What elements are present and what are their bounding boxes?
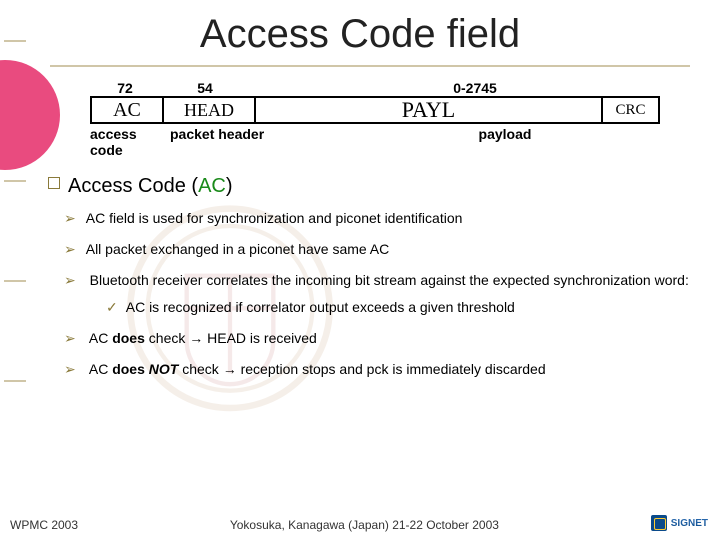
b5-post: reception stops and pck is immediately d… [237,361,546,377]
bullet-2: All packet exchanged in a piconet have s… [86,239,690,260]
label-head: packet header [170,126,270,158]
b5-does: does [112,361,149,377]
b4-pre: AC [89,330,112,346]
b5-mid: check [178,361,222,377]
square-bullet-icon [48,177,60,189]
content: Access Code (AC) AC field is used for sy… [48,175,690,390]
page-title: Access Code field [0,12,720,57]
footer-center: Yokosuka, Kanagawa (Japan) 21-22 October… [78,518,651,532]
b4-mid: check [145,330,189,346]
bullet-list: AC field is used for synchronization and… [48,208,690,380]
pink-semicircle [0,60,60,170]
b4-post: HEAD is received [203,330,317,346]
bullet-3a: AC is recognized if correlator output ex… [126,297,690,318]
heading-prefix: Access Code ( [68,175,198,197]
label-payl: payload [270,126,660,158]
bullet-3: Bluetooth receiver correlates the incomi… [86,270,690,318]
box-payl: PAYL [256,98,603,122]
bullet-4: AC does check → HEAD is received [86,328,690,349]
arrow-icon: → [223,361,237,377]
packet-diagram: 72 54 0-2745 AC HEAD PAYL CRC access cod… [90,80,660,158]
title-underline [50,65,690,67]
bits-payl: 0-2745 [250,80,660,96]
b5-pre: AC [89,361,112,377]
bullet-3-text: Bluetooth receiver correlates the incomi… [90,272,689,288]
b4-does: does [112,330,145,346]
logo-icon [651,515,667,531]
bits-ac: 72 [90,80,160,96]
b5-not: NOT [149,361,179,377]
section-heading: Access Code (AC) [48,175,690,198]
bullet-1: AC field is used for synchronization and… [86,208,690,229]
label-ac: access code [90,126,170,158]
footer-left: WPMC 2003 [0,518,78,532]
bits-head: 54 [160,80,250,96]
box-head: HEAD [164,98,256,122]
footer: WPMC 2003 Yokosuka, Kanagawa (Japan) 21-… [0,515,720,534]
heading-suffix: ) [226,175,233,197]
box-ac: AC [92,98,164,122]
signet-logo: SIGNET [651,515,708,531]
logo-text: SIGNET [671,518,708,529]
bullet-5: AC does NOT check → reception stops and … [86,359,690,380]
footer-right: SIGNET [651,515,720,534]
arrow-icon: → [189,330,203,346]
heading-ac: AC [198,175,226,197]
box-crc: CRC [603,98,658,122]
